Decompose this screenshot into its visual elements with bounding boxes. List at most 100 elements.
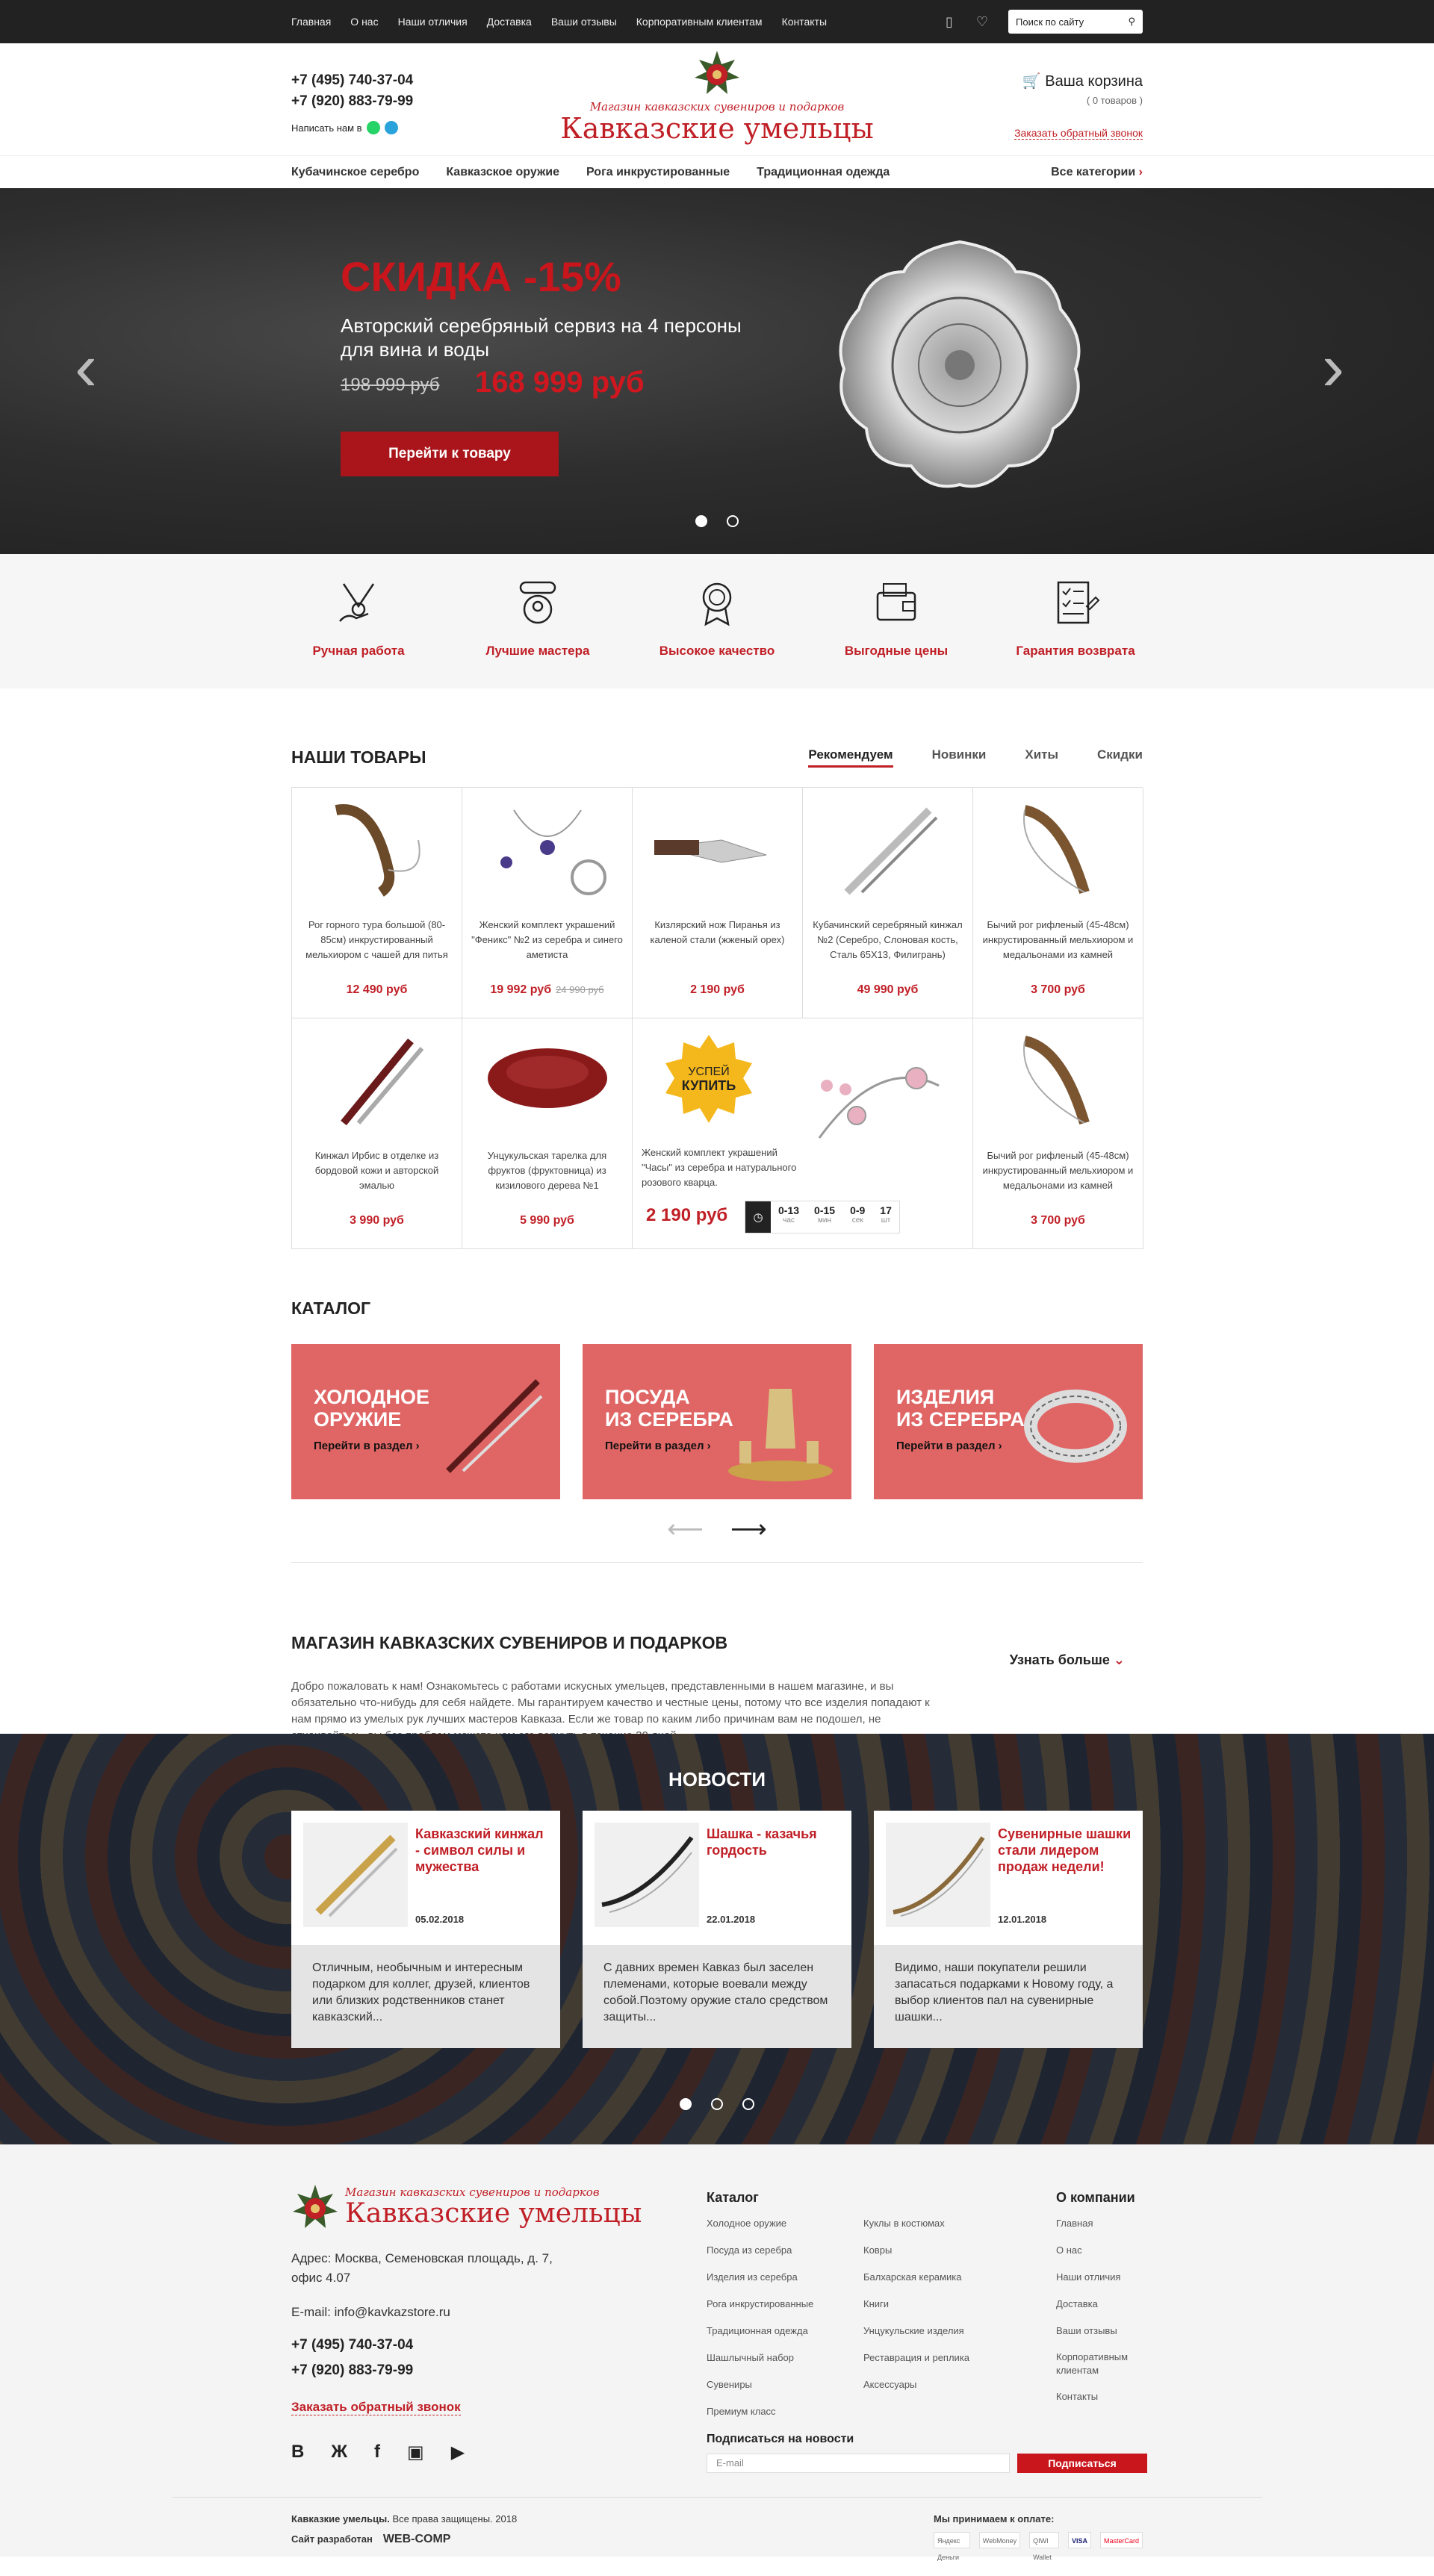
news-card[interactable]: Кавказский кинжал - символ силы и мужест… [291,1811,560,2048]
footer-link[interactable]: Унцукульские изделия [863,2318,969,2345]
footer-link[interactable]: Книги [863,2291,969,2318]
footer-email-link[interactable]: info@kavkazstore.ru [335,2305,450,2319]
footer-link[interactable]: О нас [1056,2237,1146,2264]
search-input[interactable]: Поиск по сайту ⚲ [1008,10,1143,34]
newsletter-email-input[interactable]: E-mail [707,2454,1010,2473]
topnav-corporate[interactable]: Корпоративным клиентам [636,16,763,28]
footer-link[interactable]: Изделия из серебра [707,2264,813,2291]
news-dot-3[interactable] [742,2098,754,2110]
product-name[interactable]: Женский комплект украшений "Феникс" №2 и… [462,918,632,977]
topnav-contacts[interactable]: Контакты [782,16,827,28]
footer-link[interactable]: Ваши отзывы [1056,2318,1146,2345]
news-card-title[interactable]: Кавказский кинжал - символ силы и мужест… [415,1826,550,1875]
tile-link[interactable]: Перейти в раздел › [314,1440,420,1452]
product-name[interactable]: Кубачинский серебряный кинжал №2 (Серебр… [803,918,972,977]
youtube-icon[interactable]: ▶ [451,2442,465,2463]
whatsapp-icon[interactable] [366,121,380,134]
tab-discounts[interactable]: Скидки [1097,747,1143,768]
footer-link[interactable]: Главная [1056,2210,1146,2237]
footer-link[interactable]: Балхарская керамика [863,2264,969,2291]
product-card[interactable]: Кинжал Ирбис в отделке из бордовой кожи … [292,1018,462,1249]
product-card[interactable]: Бычий рог рифленый (45-48см) инкрустиров… [973,1018,1143,1249]
product-card[interactable]: Бычий рог рифленый (45-48см) инкрустиров… [973,788,1143,1018]
header-phone-2[interactable]: +7 (920) 883-79-99 [291,91,413,112]
footer-link[interactable]: Посуда из серебра [707,2237,813,2264]
catalog-tile-weapons[interactable]: ХОЛОДНОЕ ОРУЖИЕ Перейти в раздел › [291,1344,560,1499]
product-name[interactable]: Кинжал Ирбис в отделке из бордовой кожи … [292,1148,462,1208]
cart[interactable]: 🛒 Ваша корзина ( 0 товаров ) [1022,72,1143,106]
subscribe-button[interactable]: Подписаться [1017,2454,1147,2473]
odnoklassniki-icon[interactable]: Ж [331,2442,347,2463]
hero-dot-2[interactable] [727,515,739,527]
footer-link[interactable]: Реставрация и реплика [863,2345,969,2371]
footer-link[interactable]: Рога инкрустированные [707,2291,813,2318]
topnav-home[interactable]: Главная [291,16,331,28]
topnav-about[interactable]: О нас [350,16,378,28]
telegram-icon[interactable] [384,121,398,134]
heart-icon[interactable]: ♡ [974,13,990,30]
footer-phone-2[interactable]: +7 (920) 883-79-99 [291,2358,413,2383]
product-card[interactable]: Унцукульская тарелка для фруктов (фрукто… [462,1018,633,1249]
footer-link[interactable]: Аксессуары [863,2371,969,2398]
news-card-title[interactable]: Сувенирные шашки стали лидером продаж не… [998,1826,1132,1875]
footer-link[interactable]: Корпоративным клиентам [1056,2351,1146,2377]
tab-hits[interactable]: Хиты [1025,747,1058,768]
product-card[interactable]: Кубачинский серебряный кинжал №2 (Серебр… [803,788,973,1018]
product-name[interactable]: Бычий рог рифленый (45-48см) инкрустиров… [973,918,1143,977]
footer-phone-1[interactable]: +7 (495) 740-37-04 [291,2333,413,2358]
news-dot-2[interactable] [711,2098,723,2110]
catnav-all[interactable]: Все категории › [1051,166,1143,179]
tab-recommended[interactable]: Рекомендуем [808,747,893,768]
footer-link[interactable]: Премиум класс [707,2398,813,2425]
site-logo[interactable]: Магазин кавказских сувениров и подарков … [560,49,874,143]
topnav-advantages[interactable]: Наши отличия [398,16,468,28]
catnav-silver[interactable]: Кубачинское серебро [291,166,419,179]
developer-logo[interactable]: WEB-COMP [383,2533,451,2545]
tile-link[interactable]: Перейти в раздел › [896,1440,1002,1452]
footer-logo[interactable]: Магазин кавказских сувениров и подарков … [291,2183,642,2231]
topnav-delivery[interactable]: Доставка [487,16,532,28]
product-name[interactable]: Унцукульская тарелка для фруктов (фрукто… [462,1148,632,1208]
footer-link[interactable]: Сувениры [707,2371,813,2398]
promo-product-card[interactable]: УСПЕЙ КУПИТЬ Женский комплект украшений … [633,1018,973,1249]
footer-link[interactable]: Традиционная одежда [707,2318,813,2345]
product-name[interactable]: Кизлярский нож Пиранья из каленой стали … [633,918,802,977]
hero-goto-product-button[interactable]: Перейти к товару [341,432,559,476]
arrow-right-icon[interactable]: ⟶ [730,1514,767,1544]
callback-link[interactable]: Заказать обратный звонок [1014,127,1143,140]
footer-link[interactable]: Контакты [1056,2383,1146,2410]
vk-icon[interactable]: B [291,2442,304,2463]
news-card-title[interactable]: Шашка - казачья гордость [707,1826,841,1858]
footer-link[interactable]: Ковры [863,2237,969,2264]
tab-new[interactable]: Новинки [932,747,987,768]
arrow-left-icon[interactable]: ⟵ [667,1514,704,1544]
search-icon[interactable]: ⚲ [1128,16,1135,28]
product-card[interactable]: Кизлярский нож Пиранья из каленой стали … [633,788,803,1018]
catnav-clothing[interactable]: Традиционная одежда [757,166,890,179]
hero-prev-arrow-icon[interactable]: ‹ [75,330,112,405]
news-card[interactable]: Шашка - казачья гордость 22.01.2018 С да… [583,1811,851,2048]
product-card[interactable]: Рог горного тура большой (80-85см) инкру… [292,788,462,1018]
hero-next-arrow-icon[interactable]: › [1322,330,1359,405]
learn-more-link[interactable]: Узнать больше ⌄ [1010,1652,1125,1668]
product-name[interactable]: Бычий рог рифленый (45-48см) инкрустиров… [973,1148,1143,1208]
product-name[interactable]: Рог горного тура большой (80-85см) инкру… [292,918,462,977]
topnav-reviews[interactable]: Ваши отзывы [551,16,617,28]
header-phone-1[interactable]: +7 (495) 740-37-04 [291,70,413,91]
catnav-horns[interactable]: Рога инкрустированные [586,166,730,179]
news-card[interactable]: Сувенирные шашки стали лидером продаж не… [874,1811,1143,2048]
news-dot-1[interactable] [680,2098,692,2110]
footer-link[interactable]: Куклы в костюмах [863,2210,969,2237]
hero-dot-1[interactable] [695,515,707,527]
catalog-tile-silverware[interactable]: ПОСУДА ИЗ СЕРЕБРА Перейти в раздел › [583,1344,851,1499]
product-card[interactable]: Женский комплект украшений "Феникс" №2 и… [462,788,633,1018]
footer-callback-link[interactable]: Заказать обратный звонок [291,2400,461,2415]
tile-link[interactable]: Перейти в раздел › [605,1440,711,1452]
footer-link[interactable]: Доставка [1056,2291,1146,2318]
footer-link[interactable]: Шашлычный набор [707,2345,813,2371]
catnav-weapons[interactable]: Кавказское оружие [446,166,559,179]
footer-link[interactable]: Холодное оружие [707,2210,813,2237]
facebook-icon[interactable]: f [374,2442,380,2463]
catalog-tile-silver-items[interactable]: ИЗДЕЛИЯ ИЗ СЕРЕБРА Перейти в раздел › [874,1344,1143,1499]
footer-link[interactable]: Наши отличия [1056,2264,1146,2291]
